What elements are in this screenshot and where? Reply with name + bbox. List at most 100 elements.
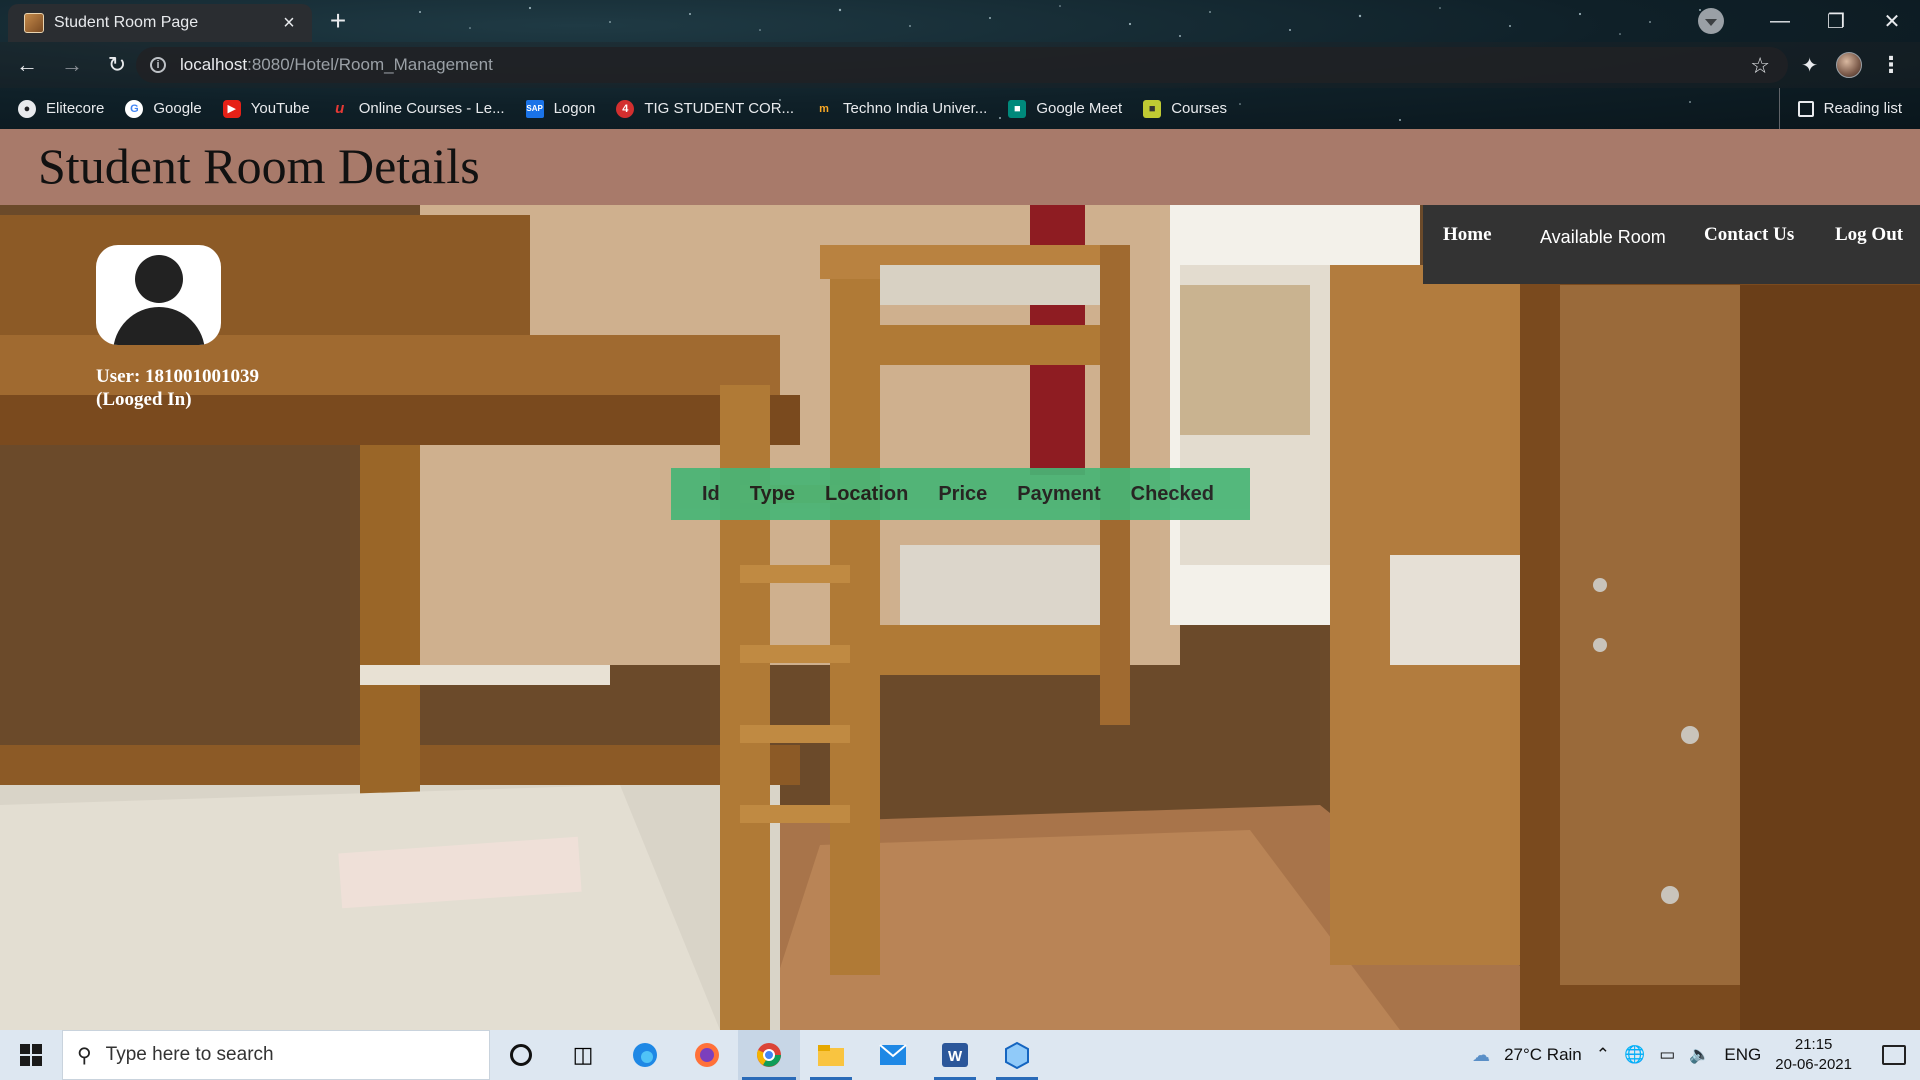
user-id-label: User: 181001001039: [96, 366, 260, 387]
bookmark-label: Courses: [1171, 100, 1228, 117]
bookmark-label: Google Meet: [1036, 100, 1123, 117]
extensions-icon[interactable]: ✦: [1801, 53, 1818, 78]
search-icon: ⚲: [77, 1044, 92, 1067]
bookmark-star-icon[interactable]: ☆: [1750, 53, 1770, 79]
user-avatar-icon: [96, 245, 221, 345]
3d-box-icon[interactable]: [986, 1030, 1048, 1080]
file-explorer-icon[interactable]: [800, 1030, 862, 1080]
col-id: Id: [702, 482, 720, 505]
avatar-body: [113, 307, 205, 345]
menu-kebab-icon[interactable]: ⋮: [1880, 52, 1902, 78]
firefox-icon[interactable]: [676, 1030, 738, 1080]
site-info-icon[interactable]: i: [150, 57, 166, 73]
battery-icon[interactable]: ▭: [1659, 1045, 1675, 1065]
minimize-icon[interactable]: —: [1752, 0, 1808, 42]
task-view-icon[interactable]: ◫: [552, 1030, 614, 1080]
col-location: Location: [824, 482, 909, 505]
windows-taskbar: ⚲ Type here to search ◫ W ☁ 27°C Rain ⌃ …: [0, 1030, 1920, 1080]
tab-title: Student Room Page: [54, 14, 199, 31]
close-window-icon[interactable]: ✕: [1864, 0, 1920, 42]
reload-icon[interactable]: ↻: [99, 47, 135, 83]
tray-overflow-icon[interactable]: ⌃: [1596, 1045, 1610, 1065]
search-placeholder: Type here to search: [105, 1044, 274, 1065]
page-title: Student Room Details: [38, 138, 480, 194]
address-bar[interactable]: i localhost :8080/Hotel/Room_Management …: [136, 47, 1788, 83]
clock-time: 21:15: [1794, 1036, 1833, 1053]
nav-contact-us[interactable]: Contact Us: [1704, 224, 1794, 246]
login-status-label: (Looged In): [96, 389, 192, 410]
reading-list-icon: [1797, 100, 1814, 117]
language-label[interactable]: ENG: [1724, 1045, 1761, 1065]
col-checked: Checked: [1130, 482, 1215, 505]
bookmark-label: Google: [153, 100, 202, 117]
tab-student-room-page[interactable]: Student Room Page ×: [8, 4, 312, 42]
word-icon[interactable]: W: [924, 1030, 986, 1080]
globe-icon: ●: [18, 99, 36, 118]
bookmark-google[interactable]: G Google: [125, 99, 202, 118]
new-tab-button[interactable]: +: [322, 6, 354, 38]
network-icon[interactable]: 🌐: [1624, 1045, 1645, 1065]
bookmark-youtube[interactable]: ▶ YouTube: [222, 99, 310, 118]
bookmark-logon[interactable]: SAP Logon: [525, 99, 596, 118]
back-icon[interactable]: ←: [9, 47, 45, 83]
chrome-icon[interactable]: [738, 1030, 800, 1080]
bookmark-online-courses[interactable]: u Online Courses - Le...: [331, 100, 505, 118]
volume-icon[interactable]: 🔈: [1689, 1045, 1710, 1065]
bookmark-label: Techno India Univer...: [843, 100, 988, 117]
bookmark-google-meet[interactable]: ■ Google Meet: [1008, 99, 1123, 118]
col-price: Price: [938, 482, 988, 505]
tab-strip: Student Room Page × + — ❐ ✕: [0, 0, 1920, 42]
bookmark-label: Elitecore: [46, 100, 105, 117]
notification-icon[interactable]: [1882, 1045, 1906, 1065]
close-tab-icon[interactable]: ×: [278, 12, 300, 35]
system-tray: ☁ 27°C Rain ⌃ 🌐 ▭ 🔈 ENG 21:15 20-06-2021: [1472, 1030, 1920, 1080]
mail-icon[interactable]: [862, 1030, 924, 1080]
reading-list-button[interactable]: Reading list: [1778, 88, 1902, 129]
top-nav-bar: Home Available Room Contact Us Log Out: [1423, 205, 1920, 284]
bookmark-courses[interactable]: ■ Courses: [1143, 99, 1228, 118]
url-host: localhost: [180, 55, 248, 74]
browser-toolbar: ← → ↻ i localhost :8080/Hotel/Room_Manag…: [0, 42, 1920, 88]
toolbar-right: ✦ ⋮: [1801, 42, 1920, 88]
taskbar-search-box[interactable]: ⚲ Type here to search: [62, 1030, 490, 1080]
tig-icon: 4: [616, 99, 635, 118]
page-header: Student Room Details: [0, 129, 1920, 205]
meet-icon: ■: [1008, 99, 1027, 118]
bookmark-tig-student[interactable]: 4 TIG STUDENT COR...: [616, 99, 794, 118]
room-table-header-row: Id Type Location Price Payment Checked: [688, 483, 1228, 506]
bookmark-label: Logon: [553, 100, 596, 117]
room-table: Id Type Location Price Payment Checked: [671, 468, 1251, 520]
cortana-icon[interactable]: [490, 1030, 552, 1080]
forward-icon[interactable]: →: [54, 47, 90, 83]
edge-icon[interactable]: [614, 1030, 676, 1080]
tab-search-icon[interactable]: [1698, 8, 1724, 34]
udemy-icon: u: [335, 100, 345, 117]
reading-list-label: Reading list: [1823, 100, 1902, 117]
bookmark-elitecore[interactable]: ● Elitecore: [18, 99, 105, 118]
svg-text:W: W: [948, 1048, 963, 1065]
favicon-icon: [24, 13, 44, 33]
url-path: :8080/Hotel/Room_Management: [247, 55, 493, 74]
tiu-icon: m: [819, 102, 829, 115]
weather-icon: ☁: [1472, 1044, 1491, 1065]
restore-icon[interactable]: ❐: [1808, 0, 1864, 42]
window-controls: — ❐ ✕: [1698, 0, 1920, 42]
avatar-head: [135, 255, 183, 303]
weather-label[interactable]: 27°C Rain: [1504, 1045, 1582, 1065]
start-button[interactable]: [0, 1030, 62, 1080]
nav-available-room[interactable]: Available Room: [1540, 227, 1666, 248]
google-icon: G: [125, 99, 144, 118]
windows-logo-icon: [20, 1044, 42, 1066]
dorm-room-background-image: [0, 205, 1920, 1030]
nav-home[interactable]: Home: [1443, 224, 1492, 246]
sap-icon: SAP: [525, 99, 544, 118]
youtube-icon: ▶: [222, 99, 241, 118]
col-type: Type: [749, 482, 795, 505]
nav-log-out[interactable]: Log Out: [1835, 224, 1903, 246]
browser-chrome: Student Room Page × + — ❐ ✕ ← → ↻ i loca…: [0, 0, 1920, 129]
col-payment: Payment: [1017, 482, 1101, 505]
bookmarks-bar: ● Elitecore G Google ▶ YouTube u Online …: [0, 88, 1920, 129]
bookmark-techno-india[interactable]: m Techno India Univer...: [815, 100, 987, 118]
profile-avatar[interactable]: [1836, 52, 1862, 78]
clock[interactable]: 21:15 20-06-2021: [1775, 1035, 1852, 1075]
